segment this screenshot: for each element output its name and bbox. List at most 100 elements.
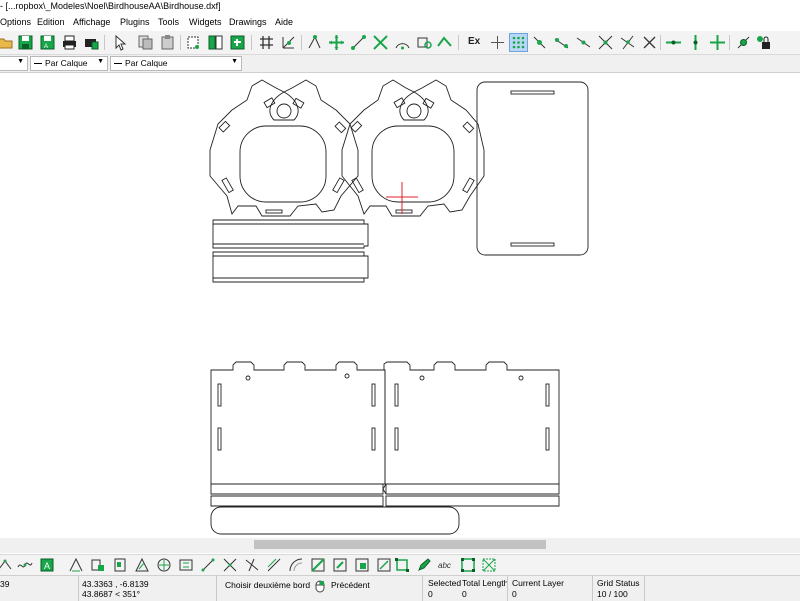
- save-icon[interactable]: [17, 34, 34, 51]
- selection-cell: Selected Total Length 0 0: [422, 576, 508, 601]
- block-create-icon[interactable]: [90, 557, 106, 573]
- coordinate-polar: 43.8687 < 351°: [82, 589, 140, 599]
- svg-text:A: A: [44, 44, 48, 50]
- crosshair-cursor: [386, 182, 418, 214]
- snap-cross-icon[interactable]: [641, 34, 658, 51]
- restrict-vertical-icon[interactable]: [687, 34, 704, 51]
- offset-icon[interactable]: [266, 557, 282, 573]
- scale-icon[interactable]: [354, 557, 370, 573]
- snap-endpoint-icon[interactable]: [350, 34, 367, 51]
- edit-pen-icon[interactable]: [416, 557, 432, 573]
- status-left-value: 39: [0, 579, 10, 589]
- menu-affichage[interactable]: Affichage: [73, 17, 110, 27]
- scrollbar-thumb[interactable]: [254, 540, 546, 549]
- cut-icon[interactable]: [185, 34, 202, 51]
- mirror-icon[interactable]: [376, 557, 392, 573]
- dimension-aligned-icon[interactable]: [68, 557, 84, 573]
- menu-options[interactable]: Options: [0, 17, 31, 27]
- selected-value: 0: [428, 589, 433, 599]
- grid-status-cell: Grid Status 10 / 100: [592, 576, 645, 601]
- open-icon[interactable]: [0, 34, 14, 51]
- print-icon[interactable]: [61, 34, 78, 51]
- menu-widgets[interactable]: Widgets: [189, 17, 222, 27]
- exclusive-snap-label[interactable]: Ex: [468, 36, 480, 47]
- snap-entity-icon[interactable]: [372, 34, 389, 51]
- snap-line-end-icon[interactable]: [553, 34, 570, 51]
- menu-edition[interactable]: Edition: [37, 17, 65, 27]
- menu-plugins[interactable]: Plugins: [120, 17, 150, 27]
- chevron-down-icon: ▼: [231, 58, 238, 65]
- total-length-value: 0: [462, 589, 467, 599]
- select-window-icon[interactable]: [460, 557, 476, 573]
- linewidth-combo[interactable]: Par Calque ▼: [110, 56, 242, 71]
- pen-toolbar: ▼ Par Calque ▼ Par Calque ▼: [0, 55, 800, 73]
- relative-zero-icon[interactable]: [735, 34, 752, 51]
- copy-icon[interactable]: [137, 34, 154, 51]
- snap-mid-line-icon[interactable]: [575, 34, 592, 51]
- restrict-horizontal-icon[interactable]: [665, 34, 682, 51]
- menu-bar: Options Edition Affichage Plugins Tools …: [0, 15, 800, 31]
- snap-center-icon[interactable]: [394, 34, 411, 51]
- select-intersect-icon[interactable]: [481, 557, 497, 573]
- snap-intersection-icon[interactable]: [597, 34, 614, 51]
- side-wall-panel-left: [210, 361, 386, 485]
- status-empty-cell: [644, 576, 800, 601]
- status-bar: 39 43.3363 , -6.8139 43.8687 < 351° Choi…: [0, 575, 800, 601]
- birdhouse-back-panel: [476, 81, 589, 256]
- trim-icon[interactable]: [222, 557, 238, 573]
- extend-icon[interactable]: [244, 557, 260, 573]
- snap-tangent-icon[interactable]: [619, 34, 636, 51]
- print-preview-icon[interactable]: [83, 34, 100, 51]
- horizontal-scrollbar[interactable]: [0, 538, 800, 553]
- stretch-icon[interactable]: [394, 557, 410, 573]
- image-insert-icon[interactable]: [112, 557, 128, 573]
- move-icon[interactable]: [310, 557, 326, 573]
- text-style-icon[interactable]: abc: [438, 557, 454, 573]
- menu-drawings[interactable]: Drawings: [229, 17, 267, 27]
- arc-icon[interactable]: [288, 557, 304, 573]
- coordinate-absolute: 43.3363 , -6.8139: [82, 579, 149, 589]
- grid-icon[interactable]: [258, 34, 275, 51]
- snap-middle-icon[interactable]: [416, 34, 433, 51]
- chevron-down-icon: ▼: [97, 58, 104, 65]
- spline-icon[interactable]: [17, 557, 33, 573]
- snap-icon[interactable]: [280, 34, 297, 51]
- roof-strip-lower: [212, 251, 369, 283]
- birdhouse-front-panel-right: [341, 79, 485, 217]
- snap-distance-icon[interactable]: [436, 34, 453, 51]
- base-bar: [210, 506, 460, 535]
- pointer-icon[interactable]: [111, 34, 128, 51]
- snap-on-entity-icon[interactable]: [531, 34, 548, 51]
- svg-text:abc: abc: [438, 561, 451, 570]
- line-icon[interactable]: [200, 557, 216, 573]
- title-bar: - [...ropbox\_Modeles\Noel\BirdhouseAA\B…: [0, 0, 800, 14]
- rotate-icon[interactable]: [332, 557, 348, 573]
- text-icon[interactable]: A: [39, 557, 55, 573]
- menu-aide[interactable]: Aide: [275, 17, 293, 27]
- roof-strip-upper: [212, 219, 369, 249]
- snap-grid-points-icon[interactable]: [509, 33, 528, 52]
- dimension-icon[interactable]: [178, 557, 194, 573]
- hatch-icon[interactable]: [134, 557, 150, 573]
- snap-grid-icon[interactable]: [328, 34, 345, 51]
- command-prompt-cell: Choisir deuxième bord Précédent: [216, 576, 423, 601]
- lock-relative-zero-icon[interactable]: [755, 34, 772, 51]
- menu-tools[interactable]: Tools: [158, 17, 179, 27]
- svg-text:A: A: [44, 561, 50, 571]
- snap-free-icon[interactable]: [306, 34, 323, 51]
- block-icon[interactable]: [207, 34, 224, 51]
- block-insert-icon[interactable]: [229, 34, 246, 51]
- current-layer-cell: Current Layer 0: [507, 576, 593, 601]
- linewidth-value: Par Calque: [125, 58, 168, 68]
- measure-icon[interactable]: [0, 557, 13, 573]
- snap-crosshair-icon[interactable]: [489, 34, 506, 51]
- color-combo[interactable]: ▼: [0, 56, 28, 71]
- paste-icon[interactable]: [159, 34, 176, 51]
- linetype-combo[interactable]: Par Calque ▼: [30, 56, 108, 71]
- main-toolbar: A: [0, 31, 800, 55]
- save-as-icon[interactable]: A: [39, 34, 56, 51]
- total-length-label: Total Length: [462, 578, 509, 588]
- polyline-icon[interactable]: [156, 557, 172, 573]
- drawing-canvas[interactable]: [0, 73, 800, 538]
- restrict-orthogonal-icon[interactable]: [709, 34, 726, 51]
